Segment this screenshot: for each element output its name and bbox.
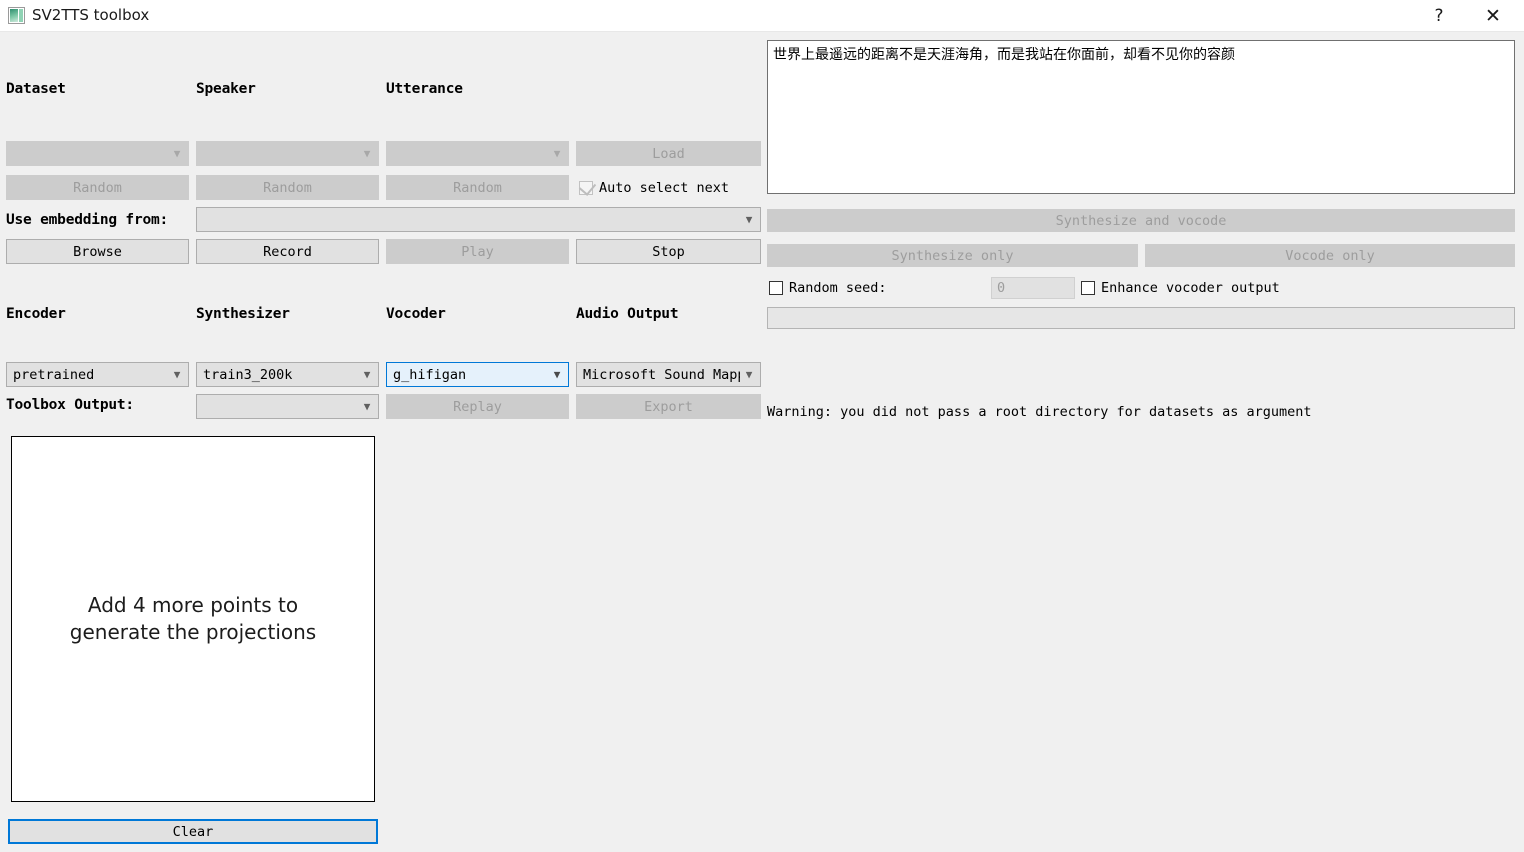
- play-button[interactable]: Play: [386, 239, 569, 264]
- chevron-down-icon: ▼: [173, 147, 181, 160]
- window-title: SV2TTS toolbox: [32, 6, 150, 24]
- random-dataset-button[interactable]: Random: [6, 175, 189, 200]
- random-utterance-button[interactable]: Random: [386, 175, 569, 200]
- encoder-combo[interactable]: pretrained ▼: [6, 362, 189, 387]
- checkbox-box: [1081, 281, 1095, 295]
- chevron-down-icon: ▼: [363, 368, 371, 381]
- vocoder-combo-value: g_hifigan: [393, 366, 467, 383]
- random-seed-label: Random seed:: [789, 280, 887, 296]
- chevron-down-icon: ▼: [745, 213, 753, 226]
- replay-button[interactable]: Replay: [386, 394, 569, 419]
- label-vocoder: Vocoder: [386, 306, 446, 322]
- enhance-vocoder-output-checkbox[interactable]: Enhance vocoder output: [1081, 280, 1280, 296]
- synthesize-and-vocode-button[interactable]: Synthesize and vocode: [767, 209, 1515, 232]
- label-synthesizer: Synthesizer: [196, 306, 290, 322]
- dataset-combo[interactable]: ▼: [6, 141, 189, 166]
- auto-select-next-checkbox[interactable]: Auto select next: [578, 178, 730, 196]
- projection-message: Add 4 more points to generate the projec…: [69, 593, 317, 644]
- label-toolbox-output: Toolbox Output:: [6, 397, 134, 413]
- vocoder-combo[interactable]: g_hifigan ▼: [386, 362, 569, 387]
- checkbox-box: [769, 281, 783, 295]
- clear-button[interactable]: Clear: [8, 819, 378, 844]
- audio-output-combo[interactable]: Microsoft Sound Mapp ▼: [576, 362, 761, 387]
- app-window: SV2TTS toolbox ? ✕ Dataset Speaker Utter…: [0, 0, 1524, 852]
- app-icon: [8, 7, 25, 24]
- synthesize-only-button[interactable]: Synthesize only: [767, 244, 1138, 267]
- label-speaker: Speaker: [196, 81, 256, 97]
- auto-select-next-label: Auto select next: [599, 180, 730, 196]
- record-button[interactable]: Record: [196, 239, 379, 264]
- chevron-down-icon: ▼: [363, 147, 371, 160]
- embedding-combo[interactable]: ▼: [196, 207, 761, 232]
- utterance-combo[interactable]: ▼: [386, 141, 569, 166]
- synthesizer-combo[interactable]: train3_200k ▼: [196, 362, 379, 387]
- label-encoder: Encoder: [6, 306, 66, 322]
- checkbox-box: [578, 178, 597, 196]
- random-seed-checkbox[interactable]: Random seed:: [769, 280, 887, 296]
- toolbox-output-combo[interactable]: ▼: [196, 394, 379, 419]
- chevron-down-icon: ▼: [553, 147, 561, 160]
- stop-button[interactable]: Stop: [576, 239, 761, 264]
- title-bar: SV2TTS toolbox ? ✕: [0, 0, 1524, 32]
- label-use-embedding-from: Use embedding from:: [6, 212, 169, 228]
- browse-button[interactable]: Browse: [6, 239, 189, 264]
- vocode-only-button[interactable]: Vocode only: [1145, 244, 1515, 267]
- progress-bar: [767, 307, 1515, 329]
- help-icon[interactable]: ?: [1416, 0, 1462, 31]
- label-utterance: Utterance: [386, 81, 463, 97]
- load-button[interactable]: Load: [576, 141, 761, 166]
- audio-output-combo-value: Microsoft Sound Mapp: [583, 366, 740, 383]
- label-audio-output: Audio Output: [576, 306, 679, 322]
- chevron-down-icon: ▼: [745, 368, 753, 381]
- chevron-down-icon: ▼: [363, 400, 371, 413]
- label-dataset: Dataset: [6, 81, 66, 97]
- export-button[interactable]: Export: [576, 394, 761, 419]
- text-input[interactable]: 世界上最遥远的距离不是天涯海角，而是我站在你面前，却看不见你的容颜: [767, 40, 1515, 194]
- seed-input[interactable]: 0: [991, 277, 1075, 299]
- projection-panel: Add 4 more points to generate the projec…: [11, 436, 375, 802]
- warning-text: Warning: you did not pass a root directo…: [767, 404, 1312, 420]
- close-icon[interactable]: ✕: [1470, 0, 1516, 31]
- chevron-down-icon: ▼: [553, 368, 561, 381]
- chevron-down-icon: ▼: [173, 368, 181, 381]
- speaker-combo[interactable]: ▼: [196, 141, 379, 166]
- synthesizer-combo-value: train3_200k: [203, 366, 293, 383]
- random-speaker-button[interactable]: Random: [196, 175, 379, 200]
- encoder-combo-value: pretrained: [13, 366, 95, 383]
- enhance-vocoder-output-label: Enhance vocoder output: [1101, 280, 1280, 296]
